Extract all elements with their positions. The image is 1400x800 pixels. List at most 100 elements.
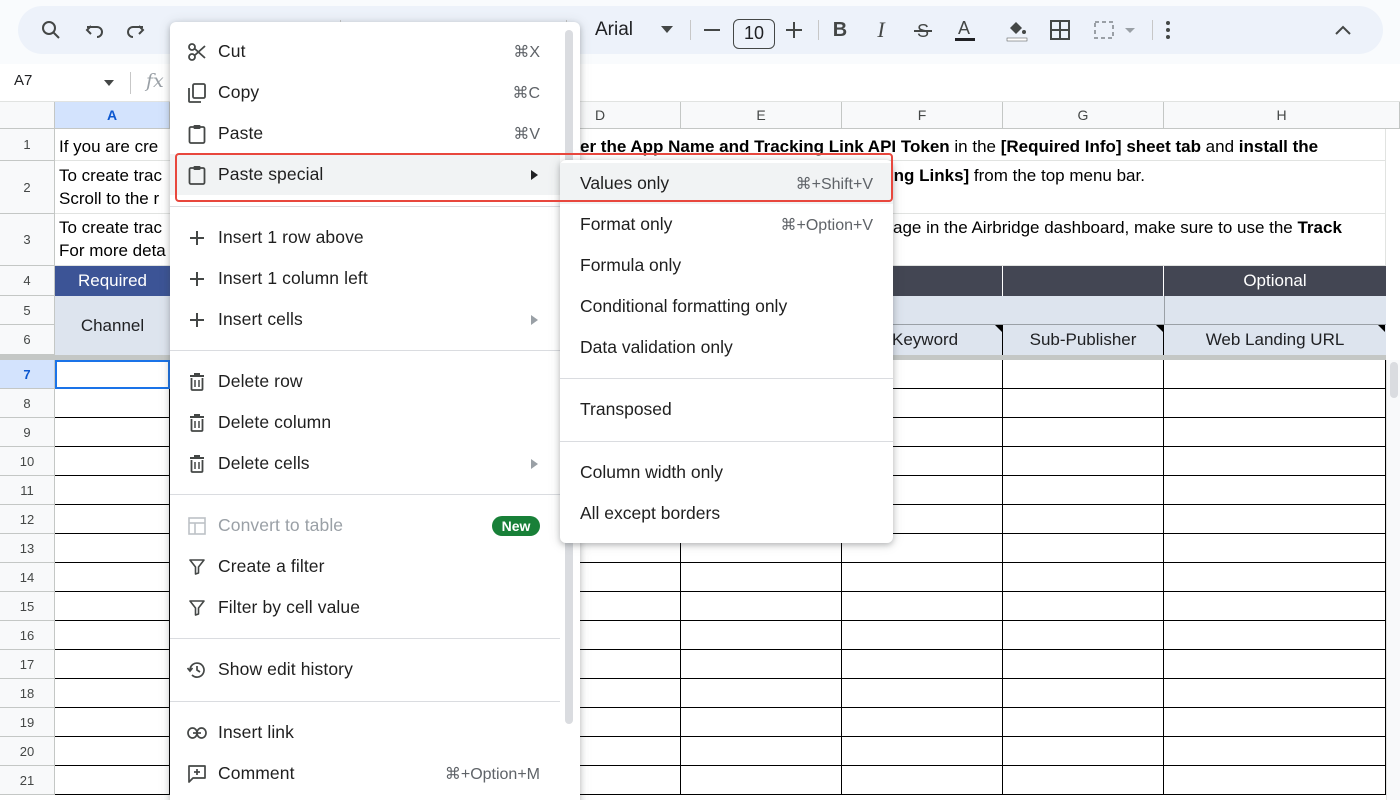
menu-item-delete-column[interactable]: Delete column [170, 402, 560, 443]
grid-cell[interactable] [1164, 534, 1386, 563]
column-header-a[interactable]: A [55, 102, 170, 129]
grid-cell[interactable] [1003, 563, 1164, 592]
menu-item-paste[interactable]: Paste ⌘V [170, 113, 560, 154]
grid-cell[interactable] [580, 592, 681, 621]
grid-cell[interactable] [681, 708, 842, 737]
row-header[interactable]: 18 [0, 679, 55, 708]
submenu-item-conditional-formatting-only[interactable]: Conditional formatting only [560, 286, 893, 327]
grid-cell[interactable] [1003, 766, 1164, 795]
grid-cell[interactable] [1003, 679, 1164, 708]
grid-cell[interactable] [842, 650, 1003, 679]
grid-cell[interactable] [580, 621, 681, 650]
submenu-item-column-width-only[interactable]: Column width only [560, 452, 893, 493]
row-header[interactable]: 5 [0, 296, 55, 325]
grid-cell[interactable] [681, 621, 842, 650]
row-header[interactable]: 13 [0, 534, 55, 563]
increase-font-icon[interactable] [784, 6, 804, 54]
row-header[interactable]: 4 [0, 266, 55, 296]
row-header[interactable]: 17 [0, 650, 55, 679]
grid-cell[interactable] [1164, 389, 1386, 418]
menu-item-insert-cells[interactable]: Insert cells [170, 299, 560, 340]
merge-cells-icon[interactable] [1090, 6, 1140, 54]
grid-cell[interactable] [1164, 592, 1386, 621]
row-header[interactable]: 9 [0, 418, 55, 447]
submenu-item-transposed[interactable]: Transposed [560, 389, 893, 430]
grid-cell[interactable] [580, 708, 681, 737]
grid-cell[interactable] [1003, 650, 1164, 679]
grid-cell[interactable] [1164, 360, 1386, 389]
grid-cell[interactable] [1003, 592, 1164, 621]
grid-cell[interactable] [1164, 505, 1386, 534]
submenu-item-data-validation-only[interactable]: Data validation only [560, 327, 893, 368]
grid-cell[interactable] [1003, 476, 1164, 505]
grid-cell[interactable] [842, 708, 1003, 737]
grid-cell[interactable] [55, 679, 170, 708]
select-all-corner[interactable] [0, 102, 55, 129]
grid-cell[interactable] [842, 766, 1003, 795]
grid-cell[interactable] [1164, 418, 1386, 447]
menu-item-insert-link[interactable]: Insert link [170, 712, 560, 753]
row-header[interactable]: 20 [0, 737, 55, 766]
menu-item-cut[interactable]: Cut ⌘X [170, 31, 560, 72]
font-dropdown-icon[interactable] [658, 6, 676, 54]
grid-cell[interactable] [1164, 766, 1386, 795]
row-header[interactable]: 1 [0, 129, 55, 161]
strikethrough-icon[interactable]: S [911, 6, 935, 54]
redo-icon[interactable] [122, 6, 148, 54]
search-icon[interactable] [38, 6, 64, 54]
grid-cell[interactable] [1003, 534, 1164, 563]
grid-cell[interactable] [1164, 650, 1386, 679]
grid-cell[interactable] [580, 679, 681, 708]
submenu-item-all-except-borders[interactable]: All except borders [560, 493, 893, 534]
grid-cell[interactable] [55, 650, 170, 679]
menu-item-show-edit-history[interactable]: Show edit history [170, 649, 560, 690]
grid-cell[interactable] [580, 563, 681, 592]
font-name[interactable]: Arial [595, 6, 633, 54]
grid-cell[interactable] [842, 563, 1003, 592]
grid-cell[interactable] [1003, 737, 1164, 766]
row-header[interactable]: 3 [0, 214, 55, 266]
grid-cell[interactable] [681, 737, 842, 766]
grid-cell[interactable] [842, 592, 1003, 621]
grid-cell[interactable] [1164, 621, 1386, 650]
collapse-icon[interactable] [1332, 6, 1354, 54]
name-box[interactable]: A7 [14, 72, 32, 89]
grid-cell[interactable] [1003, 621, 1164, 650]
grid-cell[interactable] [55, 621, 170, 650]
grid-cell[interactable] [1164, 476, 1386, 505]
grid-cell[interactable] [55, 592, 170, 621]
grid-cell[interactable] [55, 418, 170, 447]
row-header[interactable]: 19 [0, 708, 55, 737]
more-icon[interactable] [1160, 6, 1176, 54]
grid-cell[interactable] [1003, 447, 1164, 476]
grid-cell[interactable] [842, 621, 1003, 650]
grid-cell[interactable] [55, 476, 170, 505]
row-header[interactable]: 21 [0, 766, 55, 795]
menu-item-insert-row[interactable]: Insert 1 row above [170, 217, 560, 258]
menu-item-delete-cells[interactable]: Delete cells [170, 443, 560, 484]
row-header[interactable]: 11 [0, 476, 55, 505]
grid-cell[interactable] [580, 737, 681, 766]
grid-cell[interactable] [1003, 418, 1164, 447]
row-header[interactable]: 6 [0, 325, 55, 355]
grid-cell[interactable] [580, 650, 681, 679]
grid-cell[interactable] [55, 737, 170, 766]
grid-cell[interactable] [842, 679, 1003, 708]
name-box-dropdown-icon[interactable] [104, 80, 114, 86]
italic-icon[interactable]: I [871, 6, 891, 54]
menu-item-copy[interactable]: Copy ⌘C [170, 72, 560, 113]
column-header-g[interactable]: G [1003, 102, 1164, 129]
selected-cell-a7[interactable] [55, 360, 170, 389]
column-header-f[interactable]: F [842, 102, 1003, 129]
grid-cell[interactable] [1164, 679, 1386, 708]
text-color-icon[interactable]: A [952, 6, 978, 54]
grid-cell[interactable] [55, 766, 170, 795]
menu-item-insert-column[interactable]: Insert 1 column left [170, 258, 560, 299]
grid-cell[interactable] [55, 505, 170, 534]
grid-cell[interactable] [1164, 447, 1386, 476]
grid-cell[interactable] [55, 708, 170, 737]
row-header[interactable]: 2 [0, 161, 55, 214]
grid-cell[interactable] [1164, 708, 1386, 737]
fill-color-icon[interactable] [1004, 6, 1030, 54]
grid-cell[interactable] [1003, 360, 1164, 389]
